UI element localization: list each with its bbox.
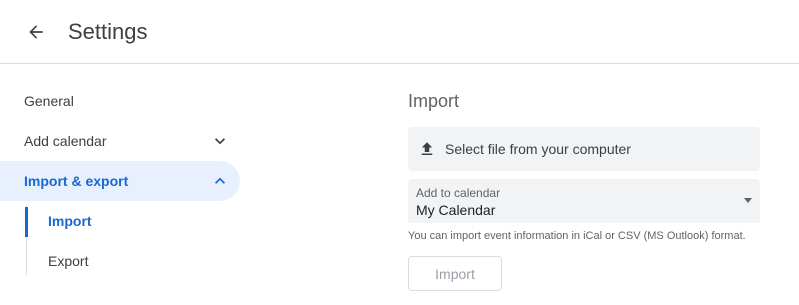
sidebar-subitem-label: Export <box>48 253 89 269</box>
sidebar-subitem-export[interactable]: Export <box>48 241 88 281</box>
import-hint: You can import event information in iCal… <box>408 230 746 242</box>
calendar-dropdown-label: Add to calendar <box>416 186 501 200</box>
settings-header: Settings <box>0 0 799 64</box>
calendar-dropdown[interactable]: Add to calendar My Calendar <box>408 179 760 223</box>
calendar-dropdown-value: My Calendar <box>416 202 496 218</box>
arrow-back-icon <box>29 25 43 39</box>
page-title: Settings <box>68 19 148 44</box>
chevron-up-icon[interactable] <box>210 171 230 191</box>
active-indicator <box>25 207 28 237</box>
back-button[interactable] <box>20 16 52 48</box>
sidebar-item-label: Import & export <box>24 173 129 189</box>
sidebar-subitem-import[interactable]: Import <box>48 201 92 241</box>
dropdown-caret-icon <box>744 198 752 203</box>
sidebar-item-label: General <box>24 93 74 109</box>
select-file-label: Select file from your computer <box>445 141 631 157</box>
sidebar-item-add-calendar[interactable]: Add calendar <box>0 121 240 161</box>
sidebar-item-general[interactable]: General <box>0 81 240 121</box>
import-button[interactable]: Import <box>408 256 502 291</box>
section-title: Import <box>408 91 460 111</box>
chevron-down-icon[interactable] <box>210 131 230 151</box>
sidebar: General Add calendar Import & export Imp… <box>0 64 240 305</box>
sidebar-subitem-label: Import <box>48 213 92 229</box>
upload-icon <box>417 139 437 159</box>
sidebar-item-label: Add calendar <box>24 133 107 149</box>
select-file-button[interactable]: Select file from your computer <box>408 127 760 171</box>
sidebar-item-import-export[interactable]: Import & export <box>0 161 240 201</box>
